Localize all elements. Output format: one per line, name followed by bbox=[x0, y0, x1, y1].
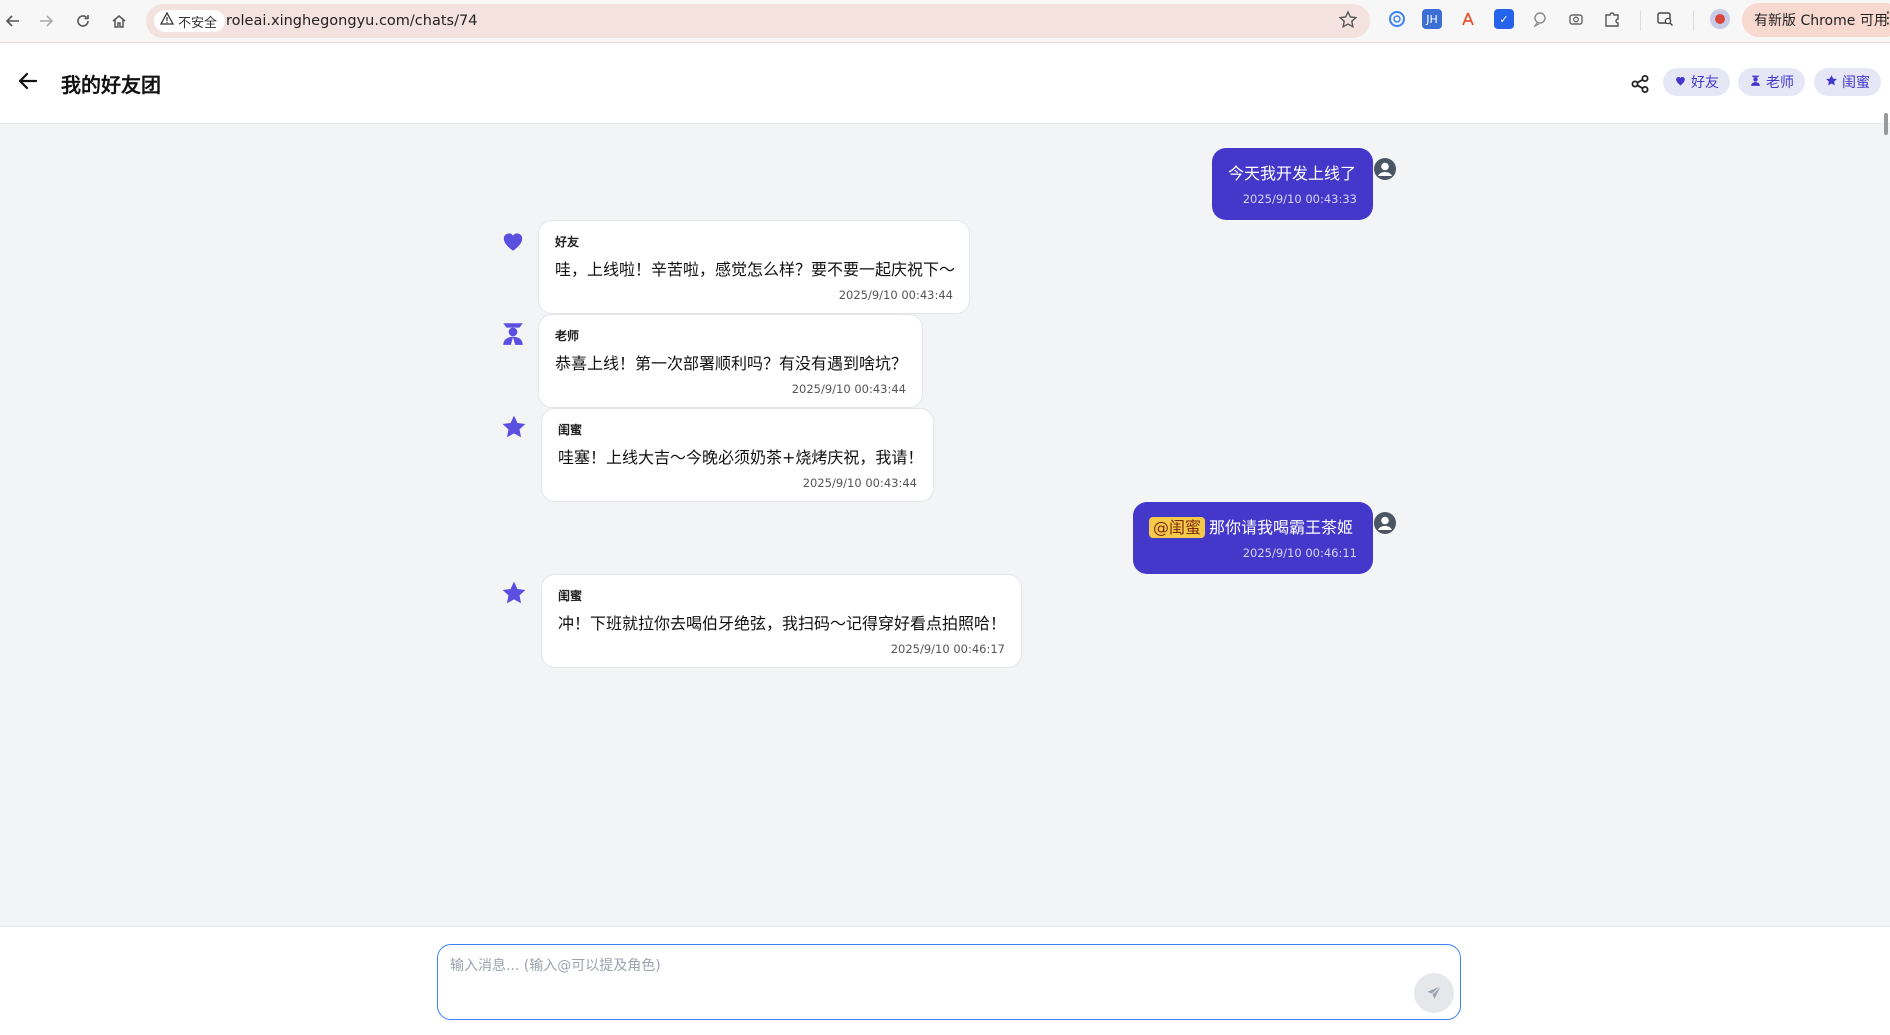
user-message: 今天我开发上线了 2025/9/10 00:43:33 bbox=[1212, 148, 1373, 220]
message-text: 哇塞！上线大吉～今晚必须奶茶+烧烤庆祝，我请！ bbox=[558, 448, 924, 467]
message-text: 今天我开发上线了 bbox=[1228, 164, 1357, 183]
role-pill-label: 好友 bbox=[1691, 75, 1719, 91]
page-title: 我的好友团 bbox=[61, 73, 161, 97]
message-time: 2025/9/10 00:43:33 bbox=[1242, 192, 1357, 206]
star-icon bbox=[501, 580, 527, 606]
browser-menu-icon[interactable]: ⋮ bbox=[1880, 8, 1890, 27]
chat-header: 我的好友团 好友 老师 闺蜜 bbox=[0, 43, 1890, 135]
message-time: 2025/9/10 00:43:44 bbox=[802, 476, 917, 490]
heart-icon bbox=[500, 228, 526, 254]
jh-extension-icon[interactable]: JH bbox=[1422, 9, 1442, 29]
bot-message: 闺蜜 哇塞！上线大吉～今晚必须奶茶+烧烤庆祝，我请！ 2025/9/10 00:… bbox=[541, 408, 934, 502]
star-icon bbox=[1825, 74, 1838, 91]
arrow-left-icon bbox=[18, 72, 38, 90]
send-button[interactable] bbox=[1414, 973, 1454, 1013]
message-text: 冲！下班就拉你去喝伯牙绝弦，我扫码～记得穿好看点拍照哈！ bbox=[558, 614, 1007, 633]
forward-arrow-icon[interactable] bbox=[33, 8, 59, 34]
puzzle-icon[interactable] bbox=[1602, 9, 1622, 29]
chat-extension-icon[interactable] bbox=[1530, 9, 1550, 29]
teacher-icon bbox=[500, 320, 526, 346]
bot-message: 闺蜜 冲！下班就拉你去喝伯牙绝弦，我扫码～记得穿好看点拍照哈！ 2025/9/1… bbox=[541, 574, 1022, 668]
toolbar-divider bbox=[1640, 11, 1641, 31]
teacher-icon bbox=[1749, 74, 1762, 91]
share-button[interactable] bbox=[1630, 74, 1652, 96]
role-pill-bestie[interactable]: 闺蜜 bbox=[1814, 68, 1881, 96]
sender-name: 闺蜜 bbox=[558, 423, 583, 437]
message-input[interactable]: 输入消息... (输入@可以提及角色) bbox=[437, 944, 1461, 1020]
bookmark-star-icon[interactable] bbox=[1338, 10, 1358, 34]
bot-message: 老师 恭喜上线！第一次部署顺利吗？有没有遇到啥坑？ 2025/9/10 00:4… bbox=[538, 314, 923, 408]
role-pill-friend[interactable]: 好友 bbox=[1663, 68, 1730, 96]
message-input-placeholder: 输入消息... (输入@可以提及角色) bbox=[450, 958, 661, 974]
user-avatar-icon bbox=[1373, 511, 1397, 535]
message-time: 2025/9/10 00:46:11 bbox=[1242, 546, 1357, 560]
message-text: 恭喜上线！第一次部署顺利吗？有没有遇到啥坑？ bbox=[555, 354, 908, 373]
translate-extension-icon[interactable] bbox=[1458, 9, 1478, 29]
user-message: @闺蜜 那你请我喝霸王茶姬 2025/9/10 00:46:11 bbox=[1133, 502, 1373, 574]
sender-name: 老师 bbox=[555, 329, 580, 343]
role-pill-label: 闺蜜 bbox=[1842, 75, 1870, 91]
address-bar[interactable]: 不安全 roleai.xinghegongyu.com/chats/74 bbox=[146, 4, 1370, 38]
message-text: 哇，上线啦！辛苦啦，感觉怎么样？要不要一起庆祝下～ bbox=[555, 260, 956, 279]
bot-message: 好友 哇，上线啦！辛苦啦，感觉怎么样？要不要一起庆祝下～ 2025/9/10 0… bbox=[538, 220, 970, 314]
share-icon bbox=[1631, 75, 1649, 93]
mention-tag[interactable]: @闺蜜 bbox=[1149, 517, 1206, 538]
heart-icon bbox=[1674, 74, 1687, 91]
camera-icon[interactable] bbox=[1566, 9, 1586, 29]
security-chip[interactable]: 不安全 bbox=[154, 10, 226, 32]
role-pill-label: 老师 bbox=[1766, 75, 1794, 91]
message-time: 2025/9/10 00:43:44 bbox=[838, 288, 953, 302]
sender-name: 闺蜜 bbox=[558, 589, 583, 603]
sender-name: 好友 bbox=[555, 235, 580, 249]
star-icon bbox=[501, 414, 527, 440]
message-time: 2025/9/10 00:43:44 bbox=[791, 382, 906, 396]
chrome-update-button[interactable]: 有新版 Chrome 可用 bbox=[1742, 3, 1890, 37]
message-list: 今天我开发上线了 2025/9/10 00:43:33 好友 哇，上线啦！辛苦啦… bbox=[0, 124, 1890, 926]
security-label: 不安全 bbox=[178, 15, 218, 31]
composer: 输入消息... (输入@可以提及角色) bbox=[0, 926, 1890, 1035]
url-text[interactable]: roleai.xinghegongyu.com/chats/74 bbox=[226, 13, 477, 29]
back-button[interactable] bbox=[16, 69, 44, 97]
user-avatar-icon bbox=[1373, 157, 1397, 181]
role-pill-teacher[interactable]: 老师 bbox=[1738, 68, 1805, 96]
profile-avatar[interactable] bbox=[1710, 9, 1730, 29]
warning-icon bbox=[159, 11, 175, 30]
tab-search-icon[interactable] bbox=[1655, 9, 1675, 29]
message-time: 2025/9/10 00:46:17 bbox=[890, 642, 1005, 656]
home-icon[interactable] bbox=[106, 8, 132, 34]
browser-toolbar: 不安全 roleai.xinghegongyu.com/chats/74 JH … bbox=[0, 0, 1890, 43]
reload-icon[interactable] bbox=[70, 8, 96, 34]
toolbar-divider bbox=[1693, 11, 1694, 31]
send-icon bbox=[1427, 985, 1442, 999]
message-text: 那你请我喝霸王茶姬 bbox=[1209, 518, 1354, 537]
blue-extension-icon[interactable]: ✓ bbox=[1494, 9, 1514, 29]
copilot-icon[interactable] bbox=[1387, 9, 1407, 29]
back-arrow-icon[interactable] bbox=[0, 8, 26, 34]
